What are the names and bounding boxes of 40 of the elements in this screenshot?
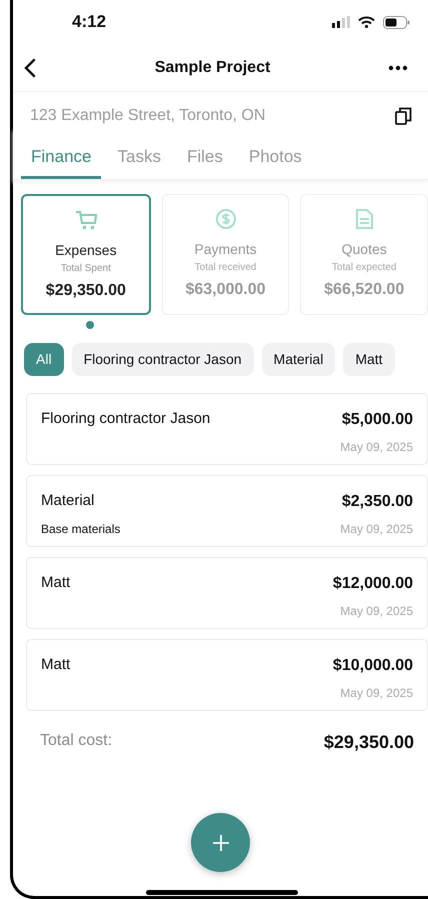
copy-button[interactable]	[393, 105, 414, 127]
expense-amount: $12,000.00	[332, 574, 413, 594]
add-button[interactable]	[191, 813, 250, 872]
address-text: 123 Example Street, Toronto, ON	[30, 106, 266, 126]
expense-date: May 09, 2025	[339, 603, 413, 620]
expense-note: Base materials	[41, 521, 120, 538]
signal-icon	[332, 16, 350, 28]
document-icon	[353, 208, 376, 228]
expense-card[interactable]: Material Base materials $2,350.00 May 09, 2025	[26, 474, 428, 547]
total-label: Total cost:	[40, 731, 112, 751]
expense-amount: $2,350.00	[340, 492, 413, 512]
back-icon	[23, 58, 37, 78]
filter-chip[interactable]: Matt	[343, 342, 395, 376]
expense-amount: $5,000.00	[340, 410, 413, 430]
wifi-icon	[358, 16, 375, 28]
more-icon	[388, 64, 408, 70]
filter-chip[interactable]: All	[24, 342, 64, 376]
expense-date: May 09, 2025	[340, 520, 413, 538]
expense-name: Flooring contractor Jason	[41, 408, 210, 428]
expense-card[interactable]: Flooring contractor Jason $5,000.00 May 09, 2025	[26, 392, 428, 464]
copy-icon	[395, 107, 412, 125]
tab[interactable]: Finance	[21, 140, 102, 178]
dollar-icon	[214, 208, 236, 228]
battery-icon	[383, 16, 410, 28]
page-title: Sample Project	[154, 58, 270, 78]
total-amount: $29,350.00	[324, 731, 414, 754]
filter-chip[interactable]: Flooring contractor Jason	[72, 342, 254, 376]
expense-card[interactable]: Matt $12,000.00 May 09, 2025	[26, 557, 428, 629]
expense-amount: $10,000.00	[332, 656, 413, 676]
expense-date: May 09, 2025	[339, 685, 413, 702]
cart-icon	[74, 210, 97, 230]
expense-name: Matt	[41, 655, 70, 675]
summary-card[interactable]: Expenses Total Spent $29,350.00	[21, 194, 151, 314]
filter-chip[interactable]: Material	[262, 342, 336, 376]
expense-date: May 09, 2025	[340, 438, 413, 456]
plus-icon	[212, 834, 230, 852]
expense-name: Matt	[41, 573, 70, 593]
expense-card[interactable]: Matt $10,000.00 May 09, 2025	[26, 639, 428, 711]
expense-name: Material	[41, 490, 96, 510]
status-time: 4:12	[72, 11, 106, 34]
